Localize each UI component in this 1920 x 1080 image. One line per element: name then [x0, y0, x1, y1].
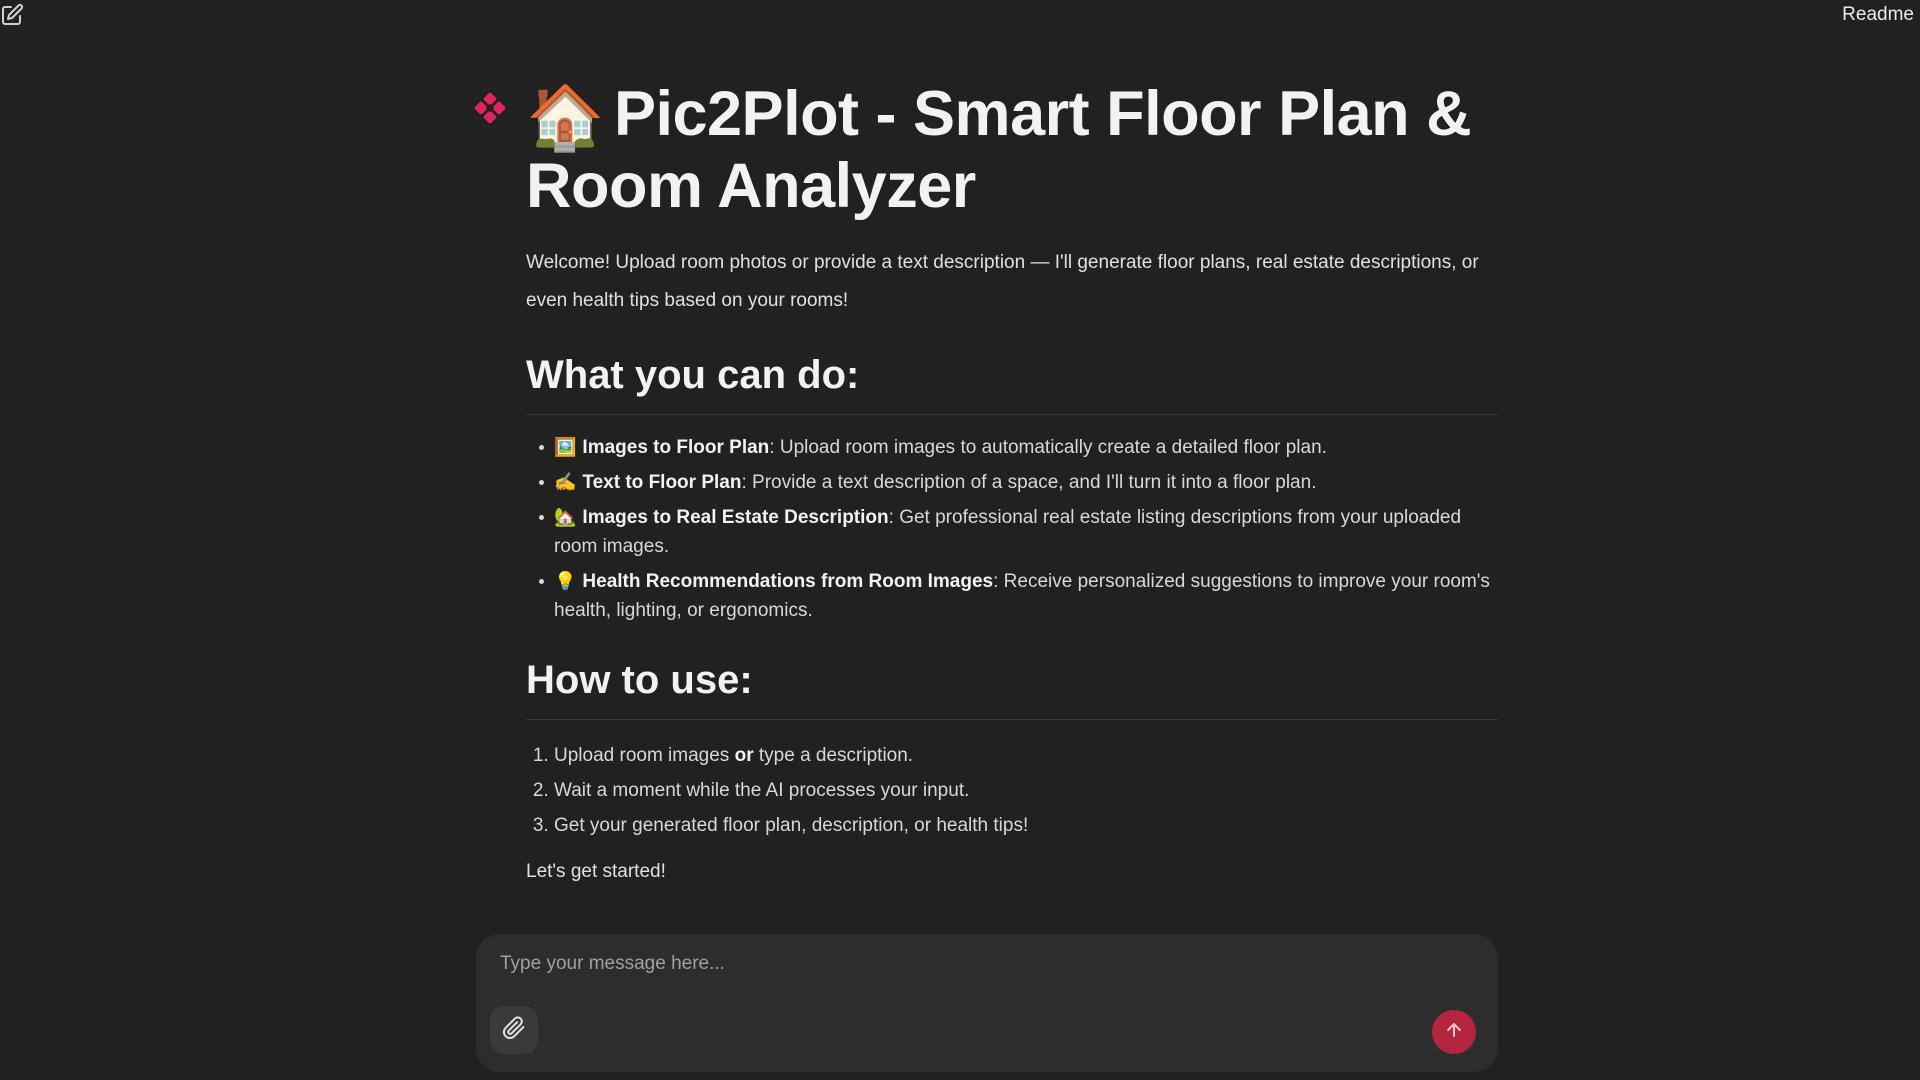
section-heading-how-to: How to use: — [526, 655, 1498, 720]
send-button[interactable] — [1432, 1010, 1476, 1054]
house-icon: 🏠 — [526, 83, 604, 153]
feature-text: : Provide a text description of a space,… — [741, 472, 1317, 493]
feature-title: Images to Real Estate Description — [582, 507, 889, 528]
list-item: Upload room images or type a description… — [554, 738, 1498, 773]
title-text: Pic2Plot - Smart Floor Plan & Room Analy… — [526, 79, 1472, 221]
assistant-avatar-icon — [474, 92, 506, 124]
feature-title: Health Recommendations from Room Images — [582, 571, 994, 592]
attach-button[interactable] — [490, 1006, 538, 1054]
list-item: ✍️ Text to Floor Plan: Provide a text des… — [539, 468, 1498, 497]
message-input[interactable] — [498, 952, 1402, 976]
light-bulb-icon: 💡 — [554, 571, 577, 591]
list-item: 🖼️ Images to Floor Plan: Upload room imag… — [539, 433, 1498, 462]
steps-list: Upload room images or type a description… — [526, 738, 1498, 843]
edit-icon[interactable] — [0, 3, 24, 27]
assistant-message: 🏠 Pic2Plot - Smart Floor Plan & Room Anal… — [526, 80, 1498, 883]
house-garden-icon: 🏡 — [554, 507, 577, 527]
readme-button[interactable]: Readme — [1842, 4, 1914, 26]
writing-hand-icon: ✍️ — [554, 472, 577, 492]
top-bar: Readme — [0, 0, 1920, 40]
step-bold: or — [734, 745, 754, 766]
picture-icon: 🖼️ — [554, 437, 577, 457]
features-list: 🖼️ Images to Floor Plan: Upload room imag… — [526, 433, 1498, 625]
feature-text: : Upload room images to automatically cr… — [769, 437, 1327, 458]
step-text: Upload room images — [554, 745, 735, 766]
feature-title: Text to Floor Plan — [582, 472, 742, 493]
section-heading-features: What you can do: — [526, 350, 1498, 415]
welcome-text: Welcome! Upload room photos or provide a… — [526, 252, 1479, 311]
paperclip-icon — [502, 1015, 526, 1045]
list-item: 🏡 Images to Real Estate Description: Get … — [539, 503, 1498, 561]
message-composer — [476, 934, 1498, 1072]
closing-text: Let's get started! — [526, 861, 666, 882]
arrow-up-icon — [1444, 1020, 1464, 1045]
step-text: type a description. — [753, 745, 914, 766]
list-item: Get your generated floor plan, descripti… — [554, 808, 1498, 843]
page-title: 🏠 Pic2Plot - Smart Floor Plan & Room Anal… — [526, 80, 1498, 220]
list-item: 💡 Health Recommendations from Room Images… — [539, 567, 1498, 625]
list-item: Wait a moment while the AI processes you… — [554, 773, 1498, 808]
feature-title: Images to Floor Plan — [582, 437, 770, 458]
